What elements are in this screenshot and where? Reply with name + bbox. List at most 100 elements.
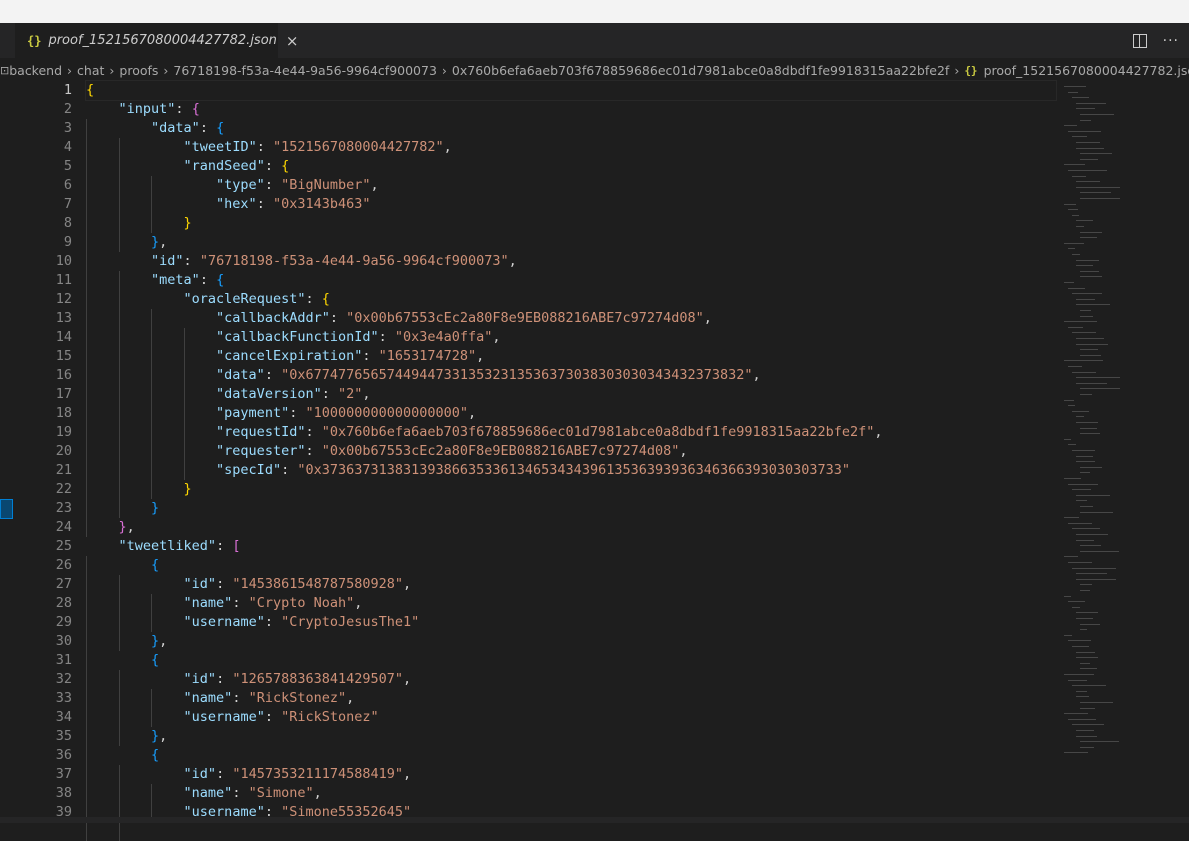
code-line[interactable]: "dataVersion": "2",: [86, 385, 1056, 404]
code-line[interactable]: {: [86, 746, 1056, 765]
code-line[interactable]: }: [86, 499, 1056, 518]
code-line[interactable]: },: [86, 233, 1056, 252]
code-line[interactable]: }: [86, 214, 1056, 233]
minimap-line: [1076, 573, 1107, 575]
code-line[interactable]: },: [86, 518, 1056, 537]
line-number: 27: [55, 576, 72, 592]
minimap-line: [1080, 388, 1120, 390]
code-line[interactable]: "cancelExpiration": "1653174728",: [86, 347, 1056, 366]
json-string: "76718198-f53a-4e44-9a56-9964cf900073": [199, 253, 509, 269]
bracket: [: [232, 538, 241, 554]
json-key: "requester": [216, 443, 306, 459]
punctuation: [86, 557, 151, 573]
code-line[interactable]: "data": {: [86, 119, 1056, 138]
json-key: "name": [183, 785, 233, 801]
code-line[interactable]: "name": "Crypto Noah",: [86, 594, 1056, 613]
code-line[interactable]: "id": "76718198-f53a-4e44-9a56-9964cf900…: [86, 252, 1056, 271]
code-line[interactable]: "type": "BigNumber",: [86, 176, 1056, 195]
tab-label: proof_1521567080004427782.json: [48, 33, 277, 48]
code-line[interactable]: "meta": {: [86, 271, 1056, 290]
code-line[interactable]: "callbackFunctionId": "0x3e4a0ffa",: [86, 328, 1056, 347]
code-line[interactable]: "name": "RickStonez",: [86, 689, 1056, 708]
code-line[interactable]: "id": "1457353211174588419",: [86, 765, 1056, 784]
code-line[interactable]: "id": "1265788363841429507",: [86, 670, 1056, 689]
punctuation: [86, 291, 184, 307]
punctuation: ,: [159, 633, 168, 649]
punctuation: :: [256, 196, 273, 212]
punctuation: [86, 652, 151, 668]
minimap-line: [1076, 259, 1100, 261]
code-line[interactable]: "hex": "0x3143b463": [86, 195, 1056, 214]
minimap-line: [1076, 377, 1120, 379]
code-line[interactable]: "callbackAddr": "0x00b67553cEc2a80F8e9EB…: [86, 309, 1056, 328]
code-line[interactable]: "id": "1453861548787580928",: [86, 575, 1056, 594]
tab-proof-json[interactable]: {} proof_1521567080004427782.json ×: [15, 23, 298, 58]
minimap-line: [1068, 170, 1107, 171]
code-line[interactable]: "randSeed": {: [86, 157, 1056, 176]
json-key: "username": [183, 614, 265, 630]
breadcrumb-item-backend[interactable]: backend: [9, 63, 62, 78]
code-line[interactable]: "tweetliked": [: [86, 537, 1056, 556]
chevron-right-icon: ›: [109, 62, 115, 78]
split-editor-icon[interactable]: [1132, 33, 1147, 48]
indent-guide: [118, 670, 120, 746]
more-actions-icon[interactable]: ···: [1163, 33, 1179, 49]
json-key: "id": [151, 253, 184, 269]
code-line[interactable]: {: [86, 556, 1056, 575]
code-line[interactable]: {: [85, 80, 1057, 101]
code-line[interactable]: "payment": "100000000000000000",: [86, 404, 1056, 423]
breadcrumb-item-request-folder[interactable]: 76718198-f53a-4e44-9a56-9964cf900073: [173, 63, 437, 78]
breadcrumb-item-chat[interactable]: chat: [77, 63, 104, 78]
breadcrumb-item-hash-folder[interactable]: 0x760b6efa6aeb703f678859686ec01d7981abce…: [452, 63, 949, 78]
minimap-line: [1080, 315, 1094, 317]
code-line[interactable]: "username": "RickStonez": [86, 708, 1056, 727]
indent-guide: [151, 689, 153, 727]
minimap-line: [1080, 158, 1098, 160]
code-line[interactable]: }: [86, 480, 1056, 499]
minimap-line: [1064, 86, 1086, 87]
code-line[interactable]: },: [86, 727, 1056, 746]
code-line[interactable]: "username": "CryptoJesusThe1": [86, 613, 1056, 632]
close-tab-icon[interactable]: ×: [286, 32, 299, 50]
minimap-line: [1080, 231, 1102, 233]
chevron-right-icon: ›: [954, 62, 960, 78]
punctuation: ,: [703, 310, 712, 326]
line-number: 26: [55, 557, 72, 573]
punctuation: :: [305, 443, 322, 459]
minimap-line: [1068, 130, 1101, 132]
punctuation: :: [321, 386, 338, 402]
json-key: "tweetID": [183, 139, 257, 155]
minimap-line: [1080, 427, 1097, 429]
code-editor[interactable]: { "input": { "data": { "tweetID": "15215…: [85, 80, 1057, 841]
horizontal-scrollbar[interactable]: [0, 817, 1189, 823]
code-line[interactable]: "requester": "0x00b67553cEc2a80F8e9EB088…: [86, 442, 1056, 461]
minimap-line: [1076, 494, 1111, 496]
code-line[interactable]: "tweetID": "1521567080004427782",: [86, 138, 1056, 157]
json-key: "specId": [216, 462, 282, 478]
code-line[interactable]: "requestId": "0x760b6efa6aeb703f67885968…: [86, 423, 1056, 442]
json-string: "0x3143b463": [272, 196, 371, 212]
punctuation: :: [289, 405, 306, 421]
explorer-edge: [0, 82, 14, 823]
breadcrumb-item-file[interactable]: proof_1521567080004427782.json: [984, 63, 1189, 78]
minimap-line: [1080, 119, 1091, 121]
bracket: {: [151, 557, 160, 573]
code-line[interactable]: {: [86, 651, 1056, 670]
punctuation: [86, 785, 184, 801]
code-line[interactable]: },: [86, 632, 1056, 651]
bracket: {: [151, 652, 160, 668]
code-line[interactable]: "data": "0x67747765657449447331353231353…: [86, 366, 1056, 385]
code-line[interactable]: "oracleRequest": {: [86, 290, 1056, 309]
minimap-line: [1064, 203, 1077, 205]
explorer-selected-item[interactable]: [0, 499, 13, 519]
json-key: "requestId": [216, 424, 306, 440]
minimap[interactable]: [1062, 82, 1189, 823]
minimap-line: [1080, 584, 1093, 586]
breadcrumb-item-proofs[interactable]: proofs: [119, 63, 158, 78]
code-line[interactable]: "input": {: [86, 100, 1056, 119]
code-line[interactable]: "name": "Simone",: [86, 784, 1056, 803]
indent-guide: [86, 556, 87, 841]
json-string: "1653174728": [378, 348, 477, 364]
code-line[interactable]: "specId": "0x373637313831393866353361346…: [86, 461, 1056, 480]
line-number: 33: [55, 690, 72, 706]
